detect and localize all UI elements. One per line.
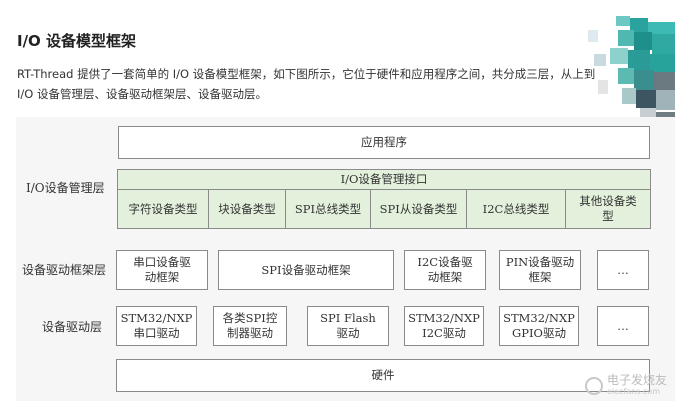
- type-block-device: 块设备类型: [208, 189, 286, 229]
- i2c-framework-box: I2C设备驱动框架: [404, 250, 486, 290]
- application-box: 应用程序: [118, 126, 650, 159]
- driver-layer-label: 设备驱动层: [42, 320, 103, 334]
- type-i2c-bus: I2C总线类型: [466, 189, 566, 229]
- watermark-logo-icon: [584, 377, 603, 395]
- i2c-driver-box: STM32/NXP I2C驱动: [404, 306, 484, 346]
- uart-driver-box: STM32/NXP串口驱动: [116, 306, 197, 346]
- watermark-name: 电子发烧友: [606, 373, 667, 387]
- intro-paragraph: RT-Thread 提供了一套简单的 I/O 设备模型框架，如下图所示，它位于硬…: [17, 64, 637, 104]
- type-spi-bus: SPI总线类型: [285, 189, 371, 229]
- uart-framework-box: 串口设备驱动框架: [116, 250, 208, 290]
- type-spi-slave: SPI从设备类型: [370, 189, 467, 229]
- spi-flash-driver-box: SPI Flash驱动: [307, 306, 389, 346]
- io-interface-box: I/O设备管理接口: [117, 169, 651, 190]
- spi-controller-driver-box: 各类SPI控制器驱动: [213, 306, 287, 346]
- io-model-diagram: 应用程序 I/O设备管理层 I/O设备管理接口 字符设备类型 块设备类型 SPI…: [16, 117, 675, 401]
- gpio-driver-box: STM32/NXP GPIO驱动: [499, 306, 579, 346]
- spi-framework-box: SPI设备驱动框架: [218, 250, 394, 290]
- pin-framework-box: PIN设备驱动框架: [499, 250, 581, 290]
- io-layer-label: I/O设备管理层: [26, 181, 105, 195]
- type-other-device: 其他设备类型: [565, 189, 651, 229]
- intro-line-2: I/O 设备管理层、设备驱动框架层、设备驱动层。: [17, 87, 267, 101]
- type-char-device: 字符设备类型: [117, 189, 209, 229]
- intro-line-1: RT-Thread 提供了一套简单的 I/O 设备模型框架，如下图所示，它位于硬…: [17, 67, 596, 81]
- section-heading: I/O 设备模型框架: [17, 32, 137, 50]
- framework-layer-label: 设备驱动框架层: [22, 263, 107, 277]
- more-driver-box: …: [597, 306, 649, 346]
- hardware-box: 硬件: [116, 359, 650, 392]
- more-framework-box: …: [597, 250, 649, 290]
- watermark: 电子发烧友 elecfans.com: [584, 373, 667, 397]
- watermark-site: elecfans.com: [606, 387, 661, 396]
